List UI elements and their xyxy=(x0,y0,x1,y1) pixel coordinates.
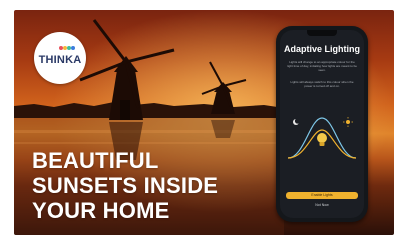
phone-screen: Adaptive Lighting Lights will change to … xyxy=(280,30,364,218)
phone-mockup: Adaptive Lighting Lights will change to … xyxy=(276,26,368,222)
screen-title: Adaptive Lighting xyxy=(284,44,360,54)
lightbulb-icon xyxy=(317,133,327,146)
headline-line-3: YOUR HOME xyxy=(32,198,170,223)
banner: THINKA BEAUTIFUL SUNSETS INSIDE YOUR HOM… xyxy=(14,10,394,235)
moon-icon xyxy=(293,118,301,125)
logo-dot-blue xyxy=(71,46,75,50)
screen-description-1: Lights will change to an appropriate col… xyxy=(287,60,357,72)
thinka-logo: THINKA xyxy=(34,32,86,84)
screen-description-2: Lights will always switch to this colour… xyxy=(290,80,354,88)
logo-text: THINKA xyxy=(38,54,82,66)
adaptive-lighting-chart xyxy=(287,117,357,159)
enable-lights-button[interactable]: Enable Lights xyxy=(286,192,358,199)
headline-line-1: BEAUTIFUL xyxy=(32,148,159,173)
headline-line-2: SUNSETS INSIDE xyxy=(32,173,219,198)
phone-notch xyxy=(307,30,337,36)
sun-icon xyxy=(343,117,353,127)
headline: BEAUTIFUL SUNSETS INSIDE YOUR HOME xyxy=(32,148,282,223)
not-now-link[interactable]: Not Now xyxy=(280,203,364,207)
logo-dots xyxy=(59,46,75,52)
